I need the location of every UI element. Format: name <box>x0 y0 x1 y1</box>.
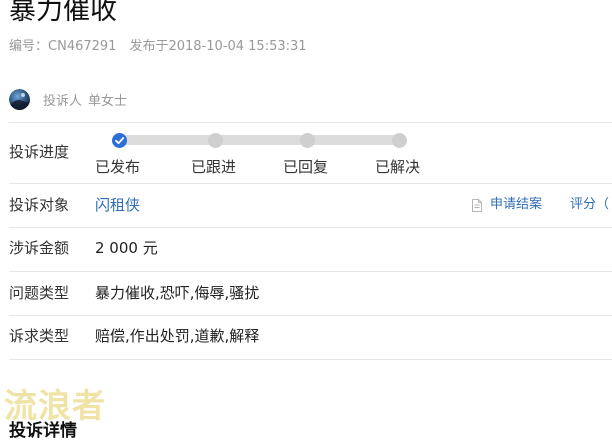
complaint-meta: 编号：CN467291 发布于2018-10-04 15:53:31 <box>9 38 307 56</box>
progress-step-replied-dot <box>300 133 315 148</box>
complaint-number-label: 编号： <box>9 39 49 54</box>
progress-step-published-dot <box>112 133 127 148</box>
apply-settlement-label: 申请结案 <box>490 197 543 212</box>
complainant-info: 投诉人 单女士 <box>9 88 127 110</box>
rate-button[interactable]: 评分（ <box>570 196 609 214</box>
progress-step-label: 已解决 <box>375 158 421 176</box>
demand-type-value: 赔偿,作出处罚,道歉,解释 <box>95 327 260 345</box>
divider <box>9 183 612 184</box>
published-time: 2018-10-04 15:53:31 <box>168 39 307 54</box>
progress-step-label: 已回复 <box>283 158 329 176</box>
progress-step-label: 已跟进 <box>191 158 237 176</box>
amount-label: 涉诉金额 <box>9 239 70 257</box>
divider <box>9 271 612 272</box>
amount-value: 2 000 元 <box>95 239 158 257</box>
complaint-number: CN467291 <box>48 39 117 54</box>
target-link[interactable]: 闪租侠 <box>95 195 140 215</box>
complainant-name: 单女士 <box>88 93 128 109</box>
target-label: 投诉对象 <box>9 196 70 214</box>
document-icon <box>472 198 482 212</box>
published-label: 发布于 <box>129 39 169 54</box>
divider <box>9 315 612 316</box>
progress-label: 投诉进度 <box>9 143 70 161</box>
progress-step-resolved-dot <box>392 133 407 148</box>
avatar[interactable] <box>9 88 30 110</box>
divider <box>9 227 612 228</box>
check-icon <box>115 137 125 145</box>
section-title: 投诉详情 <box>9 421 77 441</box>
issue-type-label: 问题类型 <box>9 284 70 302</box>
page-title: 暴力催收 <box>9 0 117 26</box>
apply-settlement-button[interactable]: 申请结案 <box>472 196 542 214</box>
issue-type-value: 暴力催收,恐吓,侮辱,骚扰 <box>95 284 260 302</box>
divider <box>9 122 612 123</box>
rate-label: 评分（ <box>570 197 610 212</box>
demand-type-label: 诉求类型 <box>9 327 70 345</box>
divider <box>9 359 612 360</box>
complainant-label: 投诉人 <box>43 93 83 109</box>
progress-track <box>118 135 402 145</box>
progress-step-followed-dot <box>208 133 223 148</box>
progress-step-label: 已发布 <box>95 158 141 176</box>
